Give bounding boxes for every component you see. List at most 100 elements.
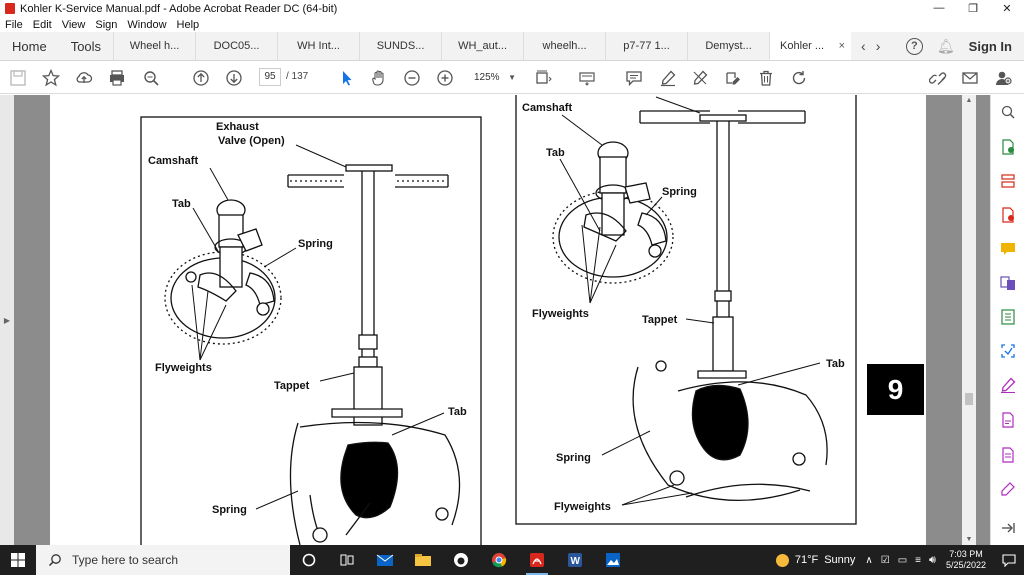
email-icon[interactable] <box>960 68 980 88</box>
share-user-icon[interactable] <box>993 68 1013 88</box>
start-button[interactable] <box>0 545 36 575</box>
edit-pdf-icon[interactable] <box>998 411 1018 429</box>
task-view-icon[interactable] <box>328 545 366 575</box>
doc-tab[interactable]: p7-77 1... <box>605 32 687 60</box>
label-spring: Spring <box>298 238 333 250</box>
search-page-icon[interactable] <box>141 68 161 88</box>
upload-cloud-icon[interactable] <box>74 68 94 88</box>
draw-icon[interactable] <box>690 68 710 88</box>
save-icon[interactable] <box>8 68 28 88</box>
tab-scroll-right-icon[interactable]: › <box>876 38 881 54</box>
menu-edit[interactable]: Edit <box>33 19 52 31</box>
label-spring-r: Spring <box>662 186 697 198</box>
fill-sign-icon[interactable] <box>998 376 1018 394</box>
combine-files-icon[interactable] <box>998 274 1018 292</box>
sign-in-button[interactable]: Sign In <box>969 39 1012 54</box>
more-tools-icon[interactable] <box>998 480 1018 498</box>
close-window-button[interactable]: ✕ <box>990 2 1024 15</box>
next-page-icon[interactable] <box>224 68 244 88</box>
doc-tab-active[interactable]: Kohler ... × <box>769 32 852 60</box>
maximize-button[interactable]: ❐ <box>956 2 990 15</box>
scroll-down-icon[interactable]: ▼ <box>962 536 976 543</box>
zoom-select[interactable]: 125% ▼ <box>466 68 520 86</box>
battery-icon[interactable]: ▭ <box>898 555 907 566</box>
cortana-icon[interactable] <box>290 545 328 575</box>
hand-tool-icon[interactable] <box>369 68 389 88</box>
clock-date: 5/25/2022 <box>945 560 986 570</box>
create-pdf-icon[interactable] <box>998 206 1018 224</box>
vertical-scrollbar[interactable]: ▲ ▼ <box>962 95 976 545</box>
doc-tab[interactable]: WH_aut... <box>441 32 523 60</box>
mail-app-icon[interactable] <box>366 545 404 575</box>
photos-app-icon[interactable] <box>594 545 632 575</box>
label-camshaft-r: Camshaft <box>522 102 572 114</box>
doc-tab[interactable]: Demyst... <box>687 32 769 60</box>
windows-logo-icon <box>11 553 25 567</box>
word-icon[interactable]: W <box>556 545 594 575</box>
network-icon[interactable]: ☑ <box>881 555 890 566</box>
menu-file[interactable]: File <box>5 19 23 31</box>
notification-icon[interactable] <box>994 553 1024 567</box>
print-icon[interactable] <box>107 68 127 88</box>
wifi-icon[interactable]: ≡ <box>915 555 921 566</box>
page-fit-icon[interactable] <box>533 68 553 88</box>
taskbar-search[interactable]: Type here to search <box>36 545 290 575</box>
zoom-in-icon[interactable] <box>435 68 455 88</box>
tab-home[interactable]: Home <box>0 32 59 60</box>
compress-pdf-icon[interactable] <box>998 308 1018 326</box>
menu-view[interactable]: View <box>62 19 86 31</box>
windows-taskbar: Type here to search W 71°F Sunny ∧ ☑ ▭ ≡… <box>0 545 1024 575</box>
keyboard-icon[interactable] <box>577 68 597 88</box>
help-icon[interactable]: ? <box>905 37 923 55</box>
protect-pdf-icon[interactable] <box>998 446 1018 464</box>
highlight-pen-icon[interactable] <box>658 68 678 88</box>
bookmark-star-icon[interactable] <box>41 68 61 88</box>
menu-bar: File Edit View Sign Window Help <box>0 17 1024 32</box>
chevron-up-icon[interactable]: ∧ <box>865 555 872 566</box>
bell-icon[interactable]: 🔔︎ <box>937 38 955 55</box>
label-spring-lower: Spring <box>212 504 247 516</box>
scroll-up-icon[interactable]: ▲ <box>962 97 976 104</box>
select-cursor-icon[interactable] <box>337 68 357 88</box>
expand-left-icon[interactable]: ▶ <box>4 316 10 325</box>
close-tab-icon[interactable]: × <box>839 40 845 52</box>
menu-window[interactable]: Window <box>127 19 166 31</box>
export-pdf-icon[interactable] <box>998 138 1018 156</box>
comment-tool-icon[interactable] <box>998 240 1018 258</box>
chrome-icon[interactable] <box>480 545 518 575</box>
left-panel-toggle[interactable]: ▶ <box>0 95 14 545</box>
zoom-search-icon[interactable] <box>998 103 1018 121</box>
delete-trash-icon[interactable] <box>756 68 776 88</box>
file-explorer-icon[interactable] <box>404 545 442 575</box>
clock[interactable]: 7:03 PM 5/25/2022 <box>946 549 986 571</box>
weather-widget[interactable]: 71°F Sunny <box>775 553 855 567</box>
document-view[interactable]: ▶ Exhaust Valve (Open) Camshaft Tab Spri… <box>0 95 990 545</box>
doc-tab[interactable]: Wheel h... <box>113 32 195 60</box>
github-app-icon[interactable] <box>442 545 480 575</box>
collapse-panel-icon[interactable] <box>998 519 1018 537</box>
menu-help[interactable]: Help <box>177 19 200 31</box>
edit-text-icon[interactable] <box>723 68 743 88</box>
rotate-icon[interactable] <box>789 68 809 88</box>
zoom-out-icon[interactable] <box>402 68 422 88</box>
previous-page-icon[interactable] <box>191 68 211 88</box>
menu-sign[interactable]: Sign <box>95 19 117 31</box>
doc-tab[interactable]: DOC05... <box>195 32 277 60</box>
doc-tab[interactable]: SUNDS... <box>359 32 441 60</box>
search-icon <box>48 554 61 567</box>
scan-ocr-icon[interactable] <box>998 342 1018 360</box>
page-number-input[interactable]: 95 <box>259 68 281 86</box>
tab-tools[interactable]: Tools <box>59 32 113 60</box>
link-edit-icon[interactable] <box>928 68 948 88</box>
doc-tab[interactable]: WH Int... <box>277 32 359 60</box>
label-tab-r: Tab <box>546 147 565 159</box>
minimize-button[interactable]: — <box>922 2 956 15</box>
volume-icon[interactable]: 🔊︎ <box>929 554 936 567</box>
label-tab-lower: Tab <box>448 406 467 418</box>
organize-pages-icon[interactable] <box>998 172 1018 190</box>
doc-tab[interactable]: wheelh... <box>523 32 605 60</box>
scroll-thumb[interactable] <box>965 393 973 405</box>
comment-icon[interactable] <box>624 68 644 88</box>
acrobat-taskbar-icon[interactable] <box>518 545 556 575</box>
tab-scroll-left-icon[interactable]: ‹ <box>861 38 866 54</box>
